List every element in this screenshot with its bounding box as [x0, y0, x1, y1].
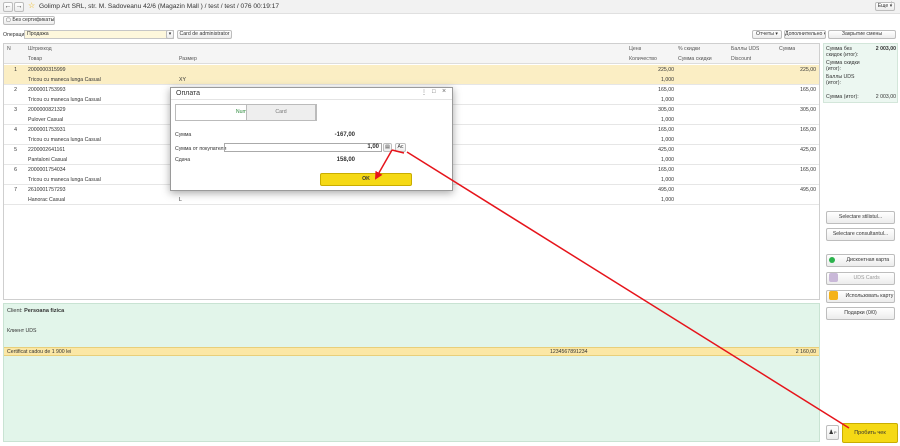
arrow-joint [391, 149, 405, 154]
arrow-to-calc [406, 151, 850, 429]
arrow-to-ok [375, 149, 393, 180]
annotation-arrows [375, 149, 850, 429]
